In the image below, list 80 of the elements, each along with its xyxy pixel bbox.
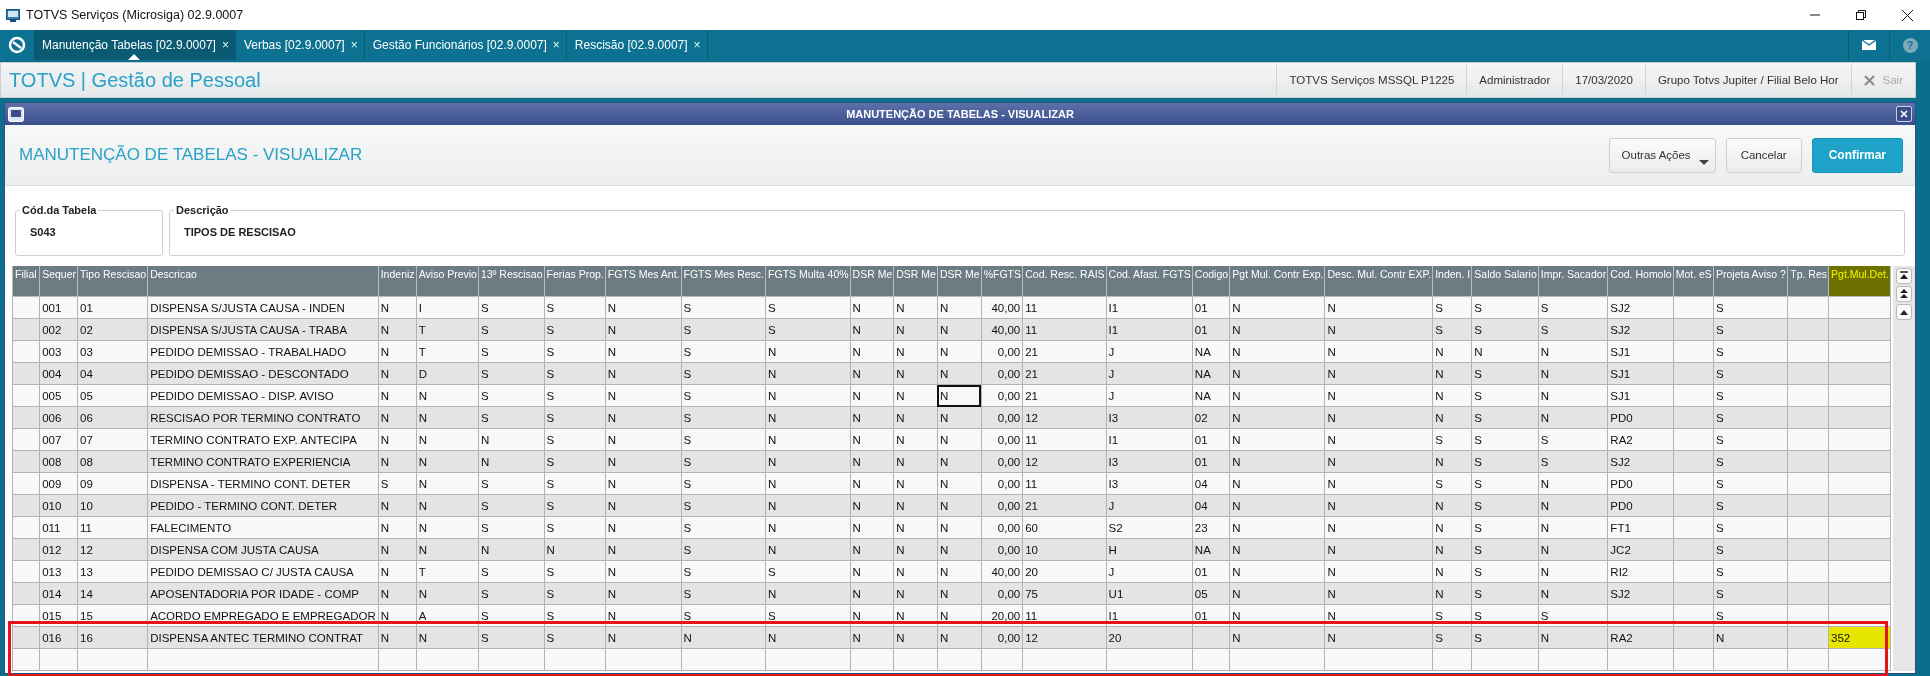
table-cell[interactable]: DISPENSA S/JUSTA CAUSA - TRABA — [147, 318, 379, 341]
column-header[interactable]: Filial — [12, 266, 40, 297]
column-header[interactable]: FGTS Mes Ant. — [605, 266, 682, 297]
column-header[interactable]: Cod. Homolo — [1607, 266, 1674, 297]
scroll-up-button[interactable] — [1896, 304, 1913, 320]
scroll-top-icon — [1899, 271, 1910, 281]
column-header[interactable]: 13º Rescisao — [478, 266, 545, 297]
header-info: 17/03/2020 — [1562, 65, 1645, 95]
table-cell[interactable]: FALECIMENTO — [147, 516, 379, 539]
table-cell[interactable]: APOSENTADORIA POR IDADE - COMP — [147, 582, 379, 605]
column-header[interactable]: Descricao — [147, 266, 379, 297]
column-header[interactable]: Inden. I — [1432, 266, 1472, 297]
column-header[interactable]: Codigo — [1192, 266, 1230, 297]
column-header[interactable]: Cod. Afast. FGTS — [1106, 266, 1193, 297]
column-header[interactable]: FGTS Multa 40% — [765, 266, 851, 297]
restore-icon — [1856, 10, 1866, 20]
table-cell[interactable]: DISPENSA - TERMINO CONT. DETER — [147, 472, 379, 495]
table-cell[interactable]: TERMINO CONTRATO EXP. ANTECIPA — [147, 428, 379, 451]
table-cell[interactable]: DISPENSA S/JUSTA CAUSA - INDEN — [147, 296, 379, 319]
window-icon — [8, 106, 24, 122]
table-cell[interactable]: PEDIDO DEMISSAO - TRABALHADO — [147, 340, 379, 363]
column-header[interactable]: DSR Me — [893, 266, 938, 297]
column-header[interactable]: DSR Me — [937, 266, 982, 297]
dialog-title: MANUTENÇÃO DE TABELAS - VISUALIZAR — [845, 108, 1075, 120]
column-header[interactable]: %FGTS — [981, 266, 1023, 297]
column-header[interactable]: Aviso Previo — [416, 266, 479, 297]
column-header[interactable]: Tp. Res — [1787, 266, 1829, 297]
scroll-top-button[interactable] — [1896, 268, 1913, 284]
table-cell[interactable]: PEDIDO DEMISSAO C/ JUSTA CAUSA — [147, 560, 379, 583]
tab[interactable]: Verbas [02.9.0007] × — [235, 30, 365, 60]
table-cell[interactable]: TERMINO CONTRATO EXPERIENCIA — [147, 450, 379, 473]
header-info: Grupo Totvs Jupiter / Filial Belo Hor — [1644, 65, 1851, 95]
table-cell[interactable]: RESCISAO POR TERMINO CONTRATO — [147, 406, 379, 429]
more-actions-button[interactable]: Outras Ações — [1608, 137, 1716, 173]
column-header[interactable]: Projeta Aviso ? — [1713, 266, 1788, 297]
column-header[interactable]: Impr. Sacador — [1538, 266, 1608, 297]
page-heading: MANUTENÇÃO DE TABELAS - VISUALIZAR — [19, 145, 364, 165]
close-button[interactable] — [1896, 106, 1912, 122]
table-cell[interactable]: PEDIDO - TERMINO CONT. DETER — [147, 494, 379, 517]
field-value: S043 — [30, 226, 56, 238]
tab[interactable]: Gestão Funcionários [02.9.0007] × — [364, 30, 567, 60]
header-info: TOTVS Serviços MSSQL P1225 — [1276, 65, 1467, 95]
field-label: Descrição — [175, 204, 230, 216]
column-header[interactable]: Sequer — [39, 266, 78, 297]
up-arrow-icon — [1900, 309, 1909, 315]
scrollbar[interactable] — [1893, 266, 1915, 671]
column-header[interactable]: Tipo Rescisao — [77, 266, 148, 297]
table-cell[interactable]: N — [937, 384, 982, 407]
caret-icon — [1698, 159, 1709, 165]
table-cell[interactable]: PEDIDO DEMISSAO - DISP. AVISO — [147, 384, 379, 407]
field-label: Cód.da Tabela — [21, 204, 98, 216]
double-up-icon — [1899, 289, 1910, 299]
cancel-button[interactable]: Cancelar — [1725, 137, 1802, 173]
minimize-icon — [1810, 14, 1820, 16]
column-header[interactable]: Desc. Mul. Contr EXP. — [1325, 266, 1433, 297]
logo-icon[interactable] — [8, 36, 26, 54]
column-header[interactable]: Cod. Resc. RAIS — [1022, 266, 1107, 297]
column-header[interactable]: DSR Me — [850, 266, 894, 297]
column-header[interactable]: Mot. eS — [1673, 266, 1714, 297]
table-cell[interactable]: PEDIDO DEMISSAO - DESCONTADO — [147, 362, 379, 385]
tab[interactable]: Manutenção Tabelas [02.9.0007] × — [34, 30, 236, 60]
column-header[interactable]: Pgt.Mul.Det. — [1828, 266, 1891, 297]
page-up-button[interactable] — [1896, 286, 1913, 302]
window-title: TOTVS Serviços (Microsiga) 02.9.0007 — [26, 8, 245, 22]
column-header[interactable]: FGTS Mes Resc. — [681, 266, 766, 297]
close-icon — [1863, 74, 1875, 86]
mail-icon[interactable] — [1862, 40, 1876, 50]
column-header[interactable]: Ferias Prop. — [544, 266, 606, 297]
field-value: TIPOS DE RESCISAO — [184, 226, 296, 238]
close-icon — [1900, 110, 1908, 118]
app-title: TOTVS | Gestão de Pessoal — [8, 68, 262, 92]
header-info: Administrador — [1466, 65, 1563, 95]
tab[interactable]: Rescisão [02.9.0007] × — [566, 30, 708, 60]
column-header[interactable]: Indeniz — [378, 266, 417, 297]
table-cell[interactable]: DISPENSA ANTEC TERMINO CONTRAT — [147, 626, 379, 649]
table-cell[interactable]: DISPENSA COM JUSTA CAUSA — [147, 538, 379, 561]
column-header[interactable]: Pgt Mul. Contr Exp. — [1229, 266, 1325, 297]
close-icon — [1901, 9, 1913, 21]
app-icon — [6, 8, 20, 22]
column-header[interactable]: Saldo Salario — [1471, 266, 1539, 297]
